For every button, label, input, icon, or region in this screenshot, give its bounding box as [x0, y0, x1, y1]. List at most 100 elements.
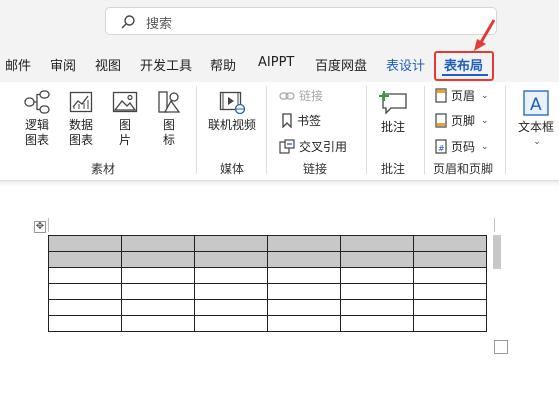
group-label-media: 媒体 — [220, 162, 245, 176]
data-chart-label-1: 数据 — [68, 118, 93, 132]
table-cell[interactable] — [267, 235, 341, 252]
table-cell[interactable] — [48, 235, 122, 252]
table-cell[interactable] — [340, 251, 414, 268]
tab-developer[interactable]: 开发工具 — [140, 55, 192, 74]
table-cell[interactable] — [48, 251, 122, 268]
table-cell[interactable] — [48, 283, 122, 300]
data-chart-icon — [69, 91, 93, 113]
table-resize-handle-icon[interactable] — [494, 340, 508, 354]
footer-button[interactable]: 页脚 ⌄ — [435, 112, 489, 129]
header-icon — [435, 88, 447, 103]
table-row[interactable] — [48, 315, 487, 332]
footer-label: 页脚 — [451, 114, 476, 128]
logic-chart-icon — [24, 90, 50, 114]
online-video-icon — [219, 91, 245, 114]
table-row[interactable] — [48, 267, 487, 284]
ribbon-separator — [424, 86, 425, 174]
picture-label-2: 片 — [118, 133, 131, 147]
icons-label-1: 图 — [162, 118, 175, 132]
table-move-handle-icon[interactable]: ✥ — [34, 221, 46, 233]
page-number-label: 页码 — [451, 140, 476, 154]
table-row[interactable] — [48, 283, 487, 300]
link-button[interactable]: 链接 — [279, 87, 323, 104]
table-cell[interactable] — [121, 251, 195, 268]
icons-label-2: 标 — [162, 133, 175, 147]
table-cell[interactable] — [340, 267, 414, 284]
table-cell[interactable] — [121, 299, 195, 316]
online-video-button[interactable]: 联机视频 — [207, 90, 257, 133]
table-cell[interactable] — [413, 235, 487, 252]
table-cell[interactable] — [340, 235, 414, 252]
chevron-down-icon: ⌄ — [481, 90, 489, 101]
data-chart-label-2: 图表 — [68, 133, 93, 147]
table-cell[interactable] — [267, 315, 341, 332]
page-number-icon: # — [435, 139, 447, 154]
table-cell[interactable] — [194, 235, 268, 252]
header-button[interactable]: 页眉 ⌄ — [435, 87, 489, 104]
table-cell[interactable] — [340, 315, 414, 332]
table-cell[interactable] — [194, 267, 268, 284]
tab-table-design[interactable]: 表设计 — [386, 55, 425, 74]
ribbon-separator — [366, 86, 367, 174]
table-cell[interactable] — [267, 251, 341, 268]
table-cell[interactable] — [267, 299, 341, 316]
ribbon-separator — [196, 86, 197, 174]
table-cell[interactable] — [340, 283, 414, 300]
table-cell[interactable] — [340, 299, 414, 316]
tab-mailings[interactable]: 邮件 — [5, 55, 31, 74]
group-label-links: 链接 — [303, 162, 328, 176]
table-cell[interactable] — [413, 251, 487, 268]
cross-reference-label: 交叉引用 — [299, 140, 348, 154]
tab-aippt[interactable]: AIPPT — [258, 55, 294, 70]
table-cell[interactable] — [48, 299, 122, 316]
cross-reference-button[interactable]: 交叉引用 — [279, 138, 347, 155]
table-row[interactable] — [48, 235, 487, 252]
online-video-label: 联机视频 — [207, 118, 256, 132]
data-chart-button[interactable]: 数据 图表 — [66, 90, 96, 148]
table-cell[interactable] — [267, 267, 341, 284]
cross-reference-icon — [279, 139, 295, 154]
new-comment-button[interactable]: 批注 — [378, 90, 408, 135]
shapes-icon — [158, 91, 181, 113]
table-cell[interactable] — [413, 267, 487, 284]
table-cell[interactable] — [413, 283, 487, 300]
logic-chart-button[interactable]: 逻辑 图表 — [22, 90, 52, 148]
table-row[interactable] — [48, 251, 487, 268]
table-cell[interactable] — [121, 283, 195, 300]
table-cell[interactable] — [194, 299, 268, 316]
search-icon — [121, 15, 135, 29]
tab-view[interactable]: 视图 — [95, 55, 121, 74]
table-cell[interactable] — [121, 235, 195, 252]
table-cell[interactable] — [413, 299, 487, 316]
tab-baidu-netdisk[interactable]: 百度网盘 — [315, 55, 367, 74]
comment-icon — [379, 91, 407, 115]
link-icon — [279, 91, 295, 100]
table-cell[interactable] — [267, 283, 341, 300]
document-table[interactable] — [48, 235, 487, 332]
ribbon-shadow — [0, 181, 559, 187]
table-cell[interactable] — [121, 315, 195, 332]
table-cell[interactable] — [48, 267, 122, 284]
table-row[interactable] — [48, 299, 487, 316]
tab-review[interactable]: 审阅 — [50, 55, 76, 74]
bookmark-button[interactable]: 书签 — [281, 112, 321, 129]
tab-help[interactable]: 帮助 — [210, 55, 236, 74]
picture-label-1: 图 — [118, 118, 131, 132]
svg-text:A: A — [530, 95, 542, 115]
svg-text:#: # — [438, 144, 445, 153]
row-end-selection — [493, 235, 501, 269]
table-cell[interactable] — [413, 315, 487, 332]
table-cell[interactable] — [194, 315, 268, 332]
margin-marker — [48, 218, 49, 232]
ribbon-separator — [505, 86, 506, 174]
picture-button[interactable]: 图 片 — [111, 90, 139, 148]
table-cell[interactable] — [48, 315, 122, 332]
table-cell[interactable] — [194, 251, 268, 268]
page-number-button[interactable]: # 页码 ⌄ — [435, 138, 489, 155]
table-cell[interactable] — [121, 267, 195, 284]
search-box[interactable]: 搜索 — [105, 7, 497, 35]
icons-button[interactable]: 图 标 — [155, 90, 183, 148]
chevron-down-icon: ⌄ — [533, 137, 541, 147]
textbox-button[interactable]: A 文本框 ⌄ — [516, 90, 556, 150]
table-cell[interactable] — [194, 283, 268, 300]
